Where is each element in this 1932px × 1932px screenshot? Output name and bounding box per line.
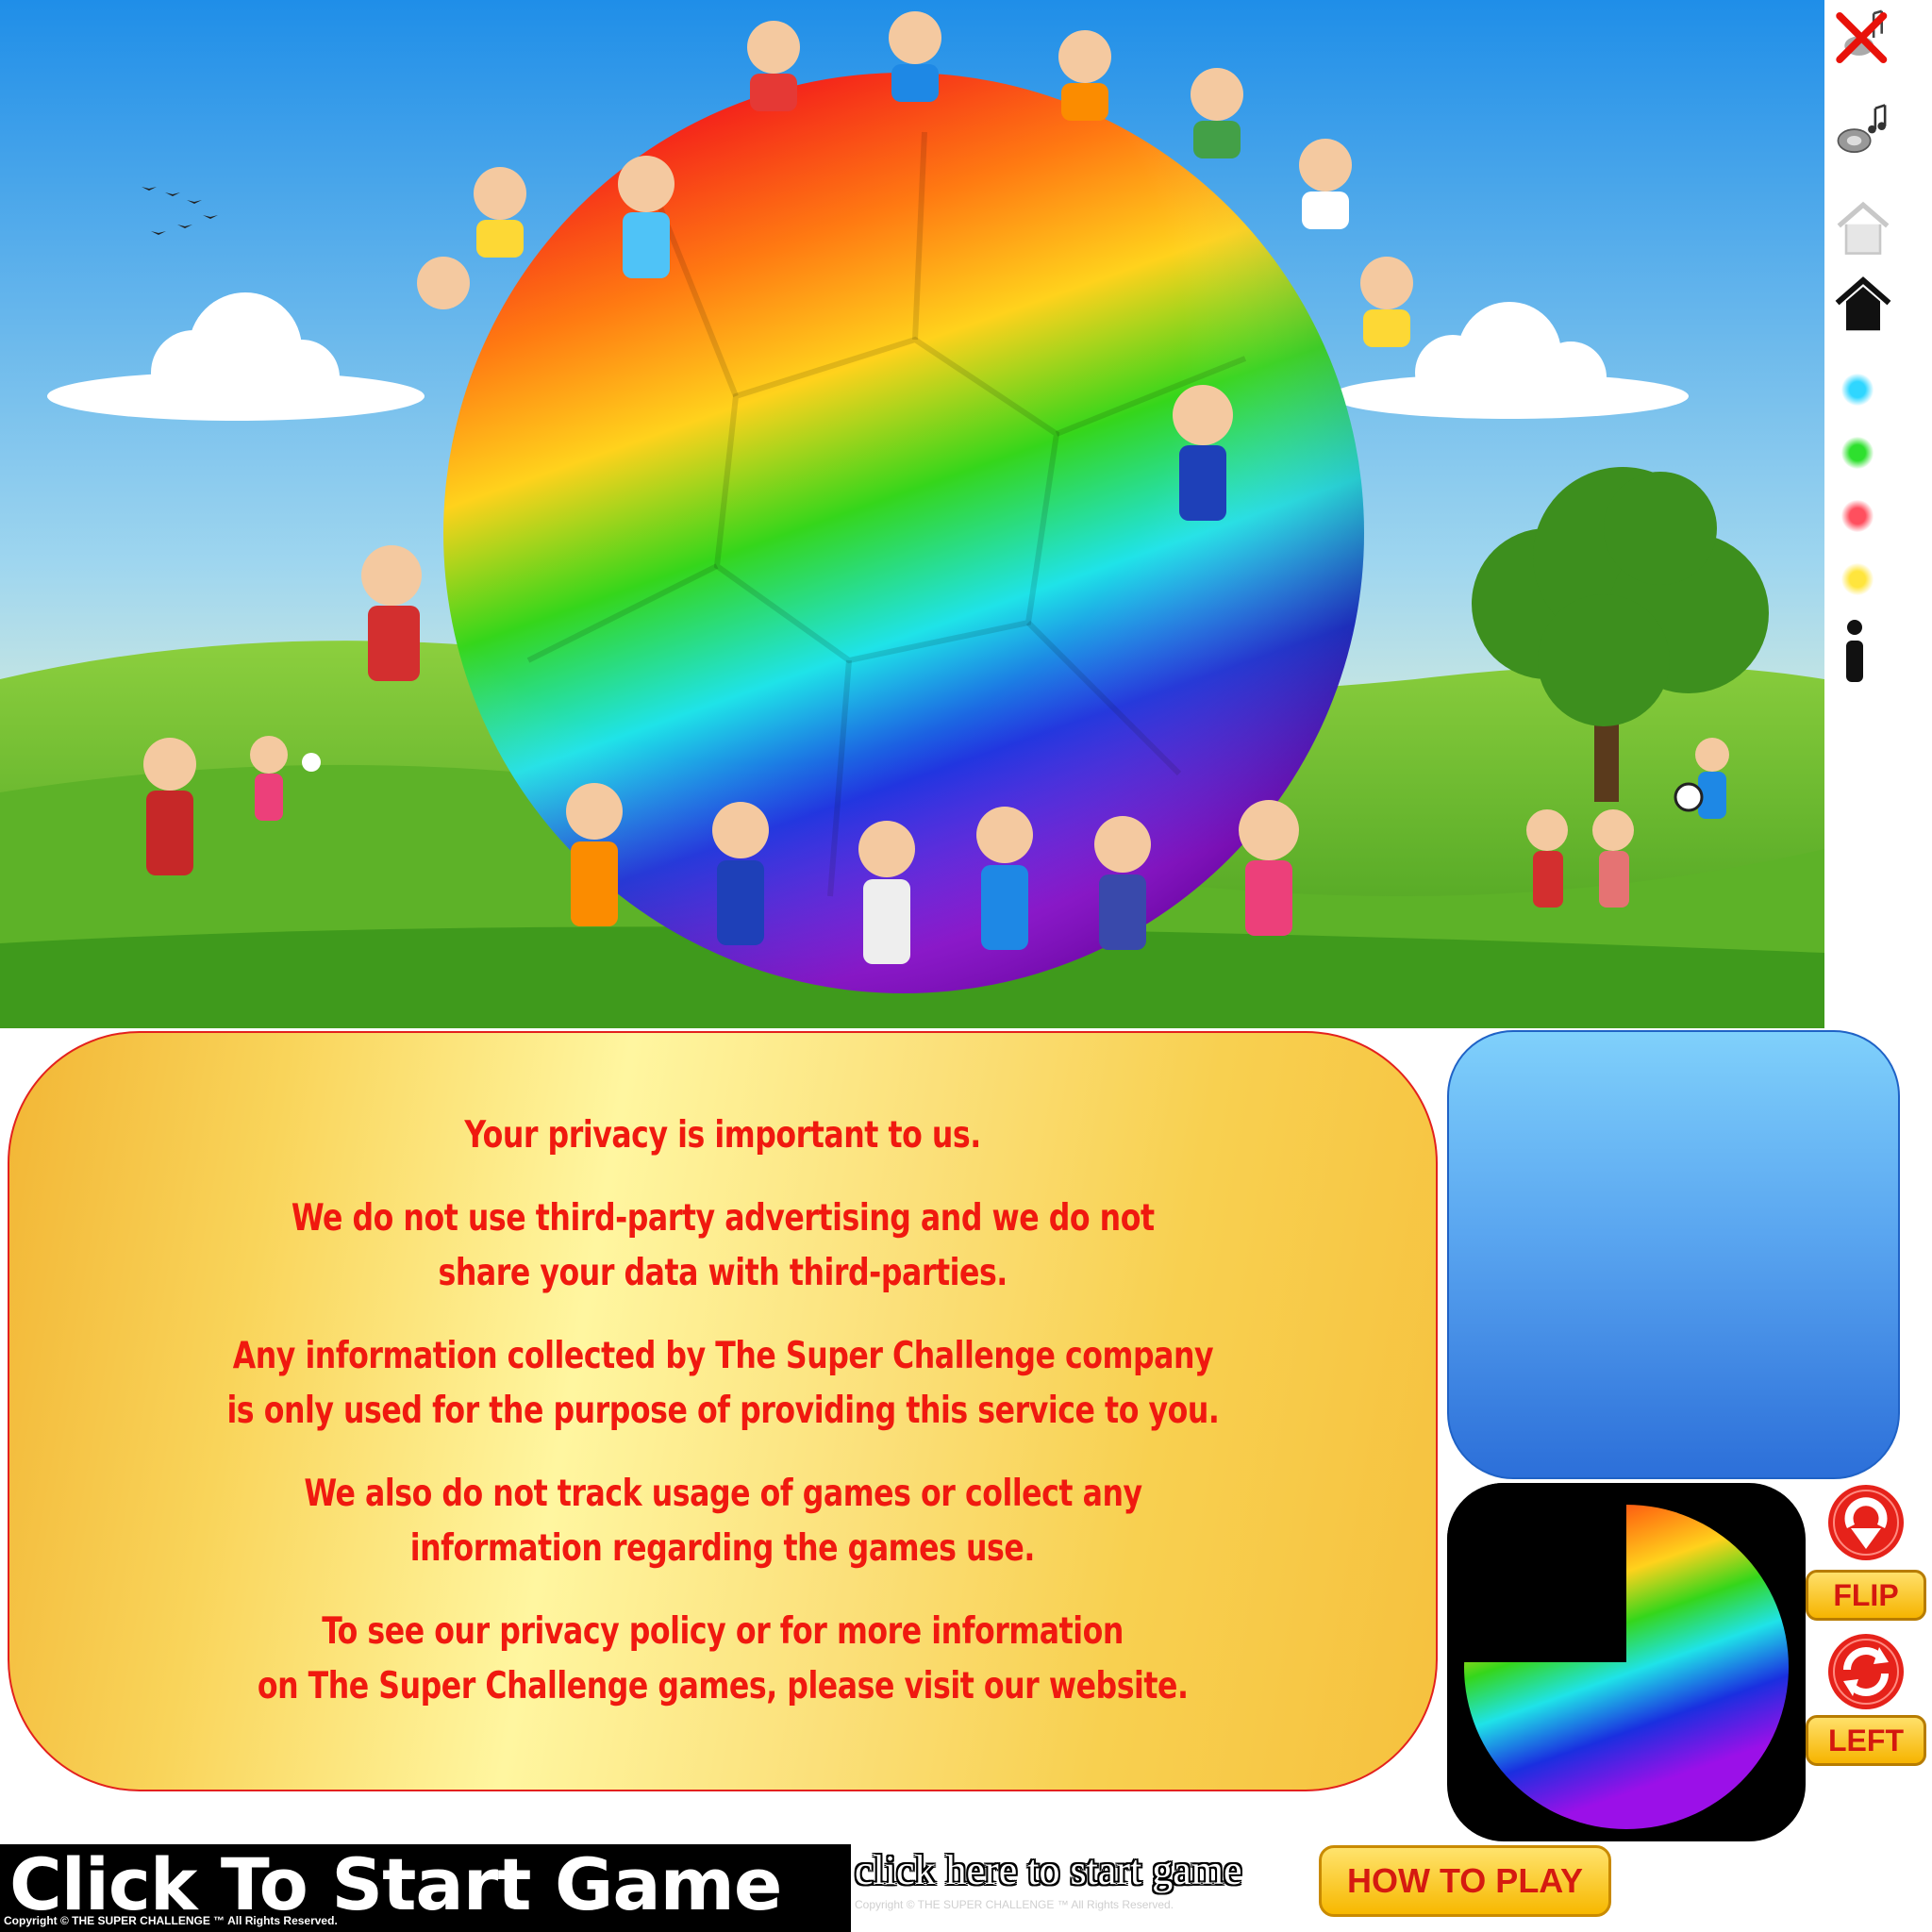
game-scene	[0, 0, 1824, 1028]
privacy-line: share your data with third-parties.	[438, 1252, 1008, 1294]
start-game-link[interactable]: click here to start game	[855, 1846, 1241, 1894]
privacy-line: is only used for the purpose of providin…	[225, 1390, 1219, 1432]
sound-off-icon	[1836, 9, 1888, 63]
rotate-left-round-button[interactable]	[1826, 1632, 1906, 1711]
privacy-line: We do not use third-party advertising an…	[291, 1197, 1155, 1240]
color-dot-red[interactable]	[1841, 500, 1874, 532]
music-icon	[1837, 104, 1887, 153]
puzzle-piece-tile[interactable]	[1447, 1483, 1806, 1841]
flip-rotate-button[interactable]	[1826, 1483, 1906, 1562]
left-button[interactable]: LEFT	[1806, 1715, 1926, 1766]
home-icon	[1835, 276, 1891, 331]
faint-copyright-text: Copyright © THE SUPER CHALLENGE ™ All Ri…	[855, 1898, 1174, 1911]
privacy-line: on The Super Challenge games, please vis…	[257, 1665, 1189, 1707]
color-dot-yellow[interactable]	[1841, 563, 1874, 595]
rotate-icon	[1828, 1634, 1904, 1709]
sound-off-button[interactable]	[1830, 9, 1896, 66]
copyright-text: Copyright © THE SUPER CHALLENGE ™ All Ri…	[4, 1914, 338, 1927]
rainbow-ball-scene-illustration	[0, 0, 1824, 1028]
puzzle-piece-image	[1447, 1483, 1789, 1829]
start-game-button[interactable]: Click To Start Game Copyright © THE SUPE…	[0, 1842, 851, 1932]
flip-icon	[1828, 1485, 1904, 1560]
home-outline-icon	[1837, 201, 1890, 255]
privacy-line: information regarding the games use.	[409, 1527, 1036, 1570]
privacy-line: Any information collected by The Super C…	[232, 1335, 1213, 1377]
how-to-play-button[interactable]: HOW TO PLAY	[1319, 1845, 1611, 1917]
color-dot-green[interactable]	[1841, 437, 1874, 469]
home-button[interactable]	[1830, 275, 1896, 332]
flip-button[interactable]: FLIP	[1806, 1570, 1926, 1621]
puzzle-drop-tile[interactable]	[1447, 1030, 1900, 1479]
privacy-line: Your privacy is important to us.	[464, 1114, 981, 1157]
info-icon	[1846, 620, 1863, 682]
info-button[interactable]	[1834, 618, 1875, 686]
color-dot-cyan[interactable]	[1841, 374, 1874, 406]
privacy-line: To see our privacy policy or for more in…	[322, 1610, 1124, 1653]
privacy-line: We also do not track usage of games or c…	[303, 1473, 1142, 1515]
music-button[interactable]	[1830, 102, 1896, 158]
home-outline-button[interactable]	[1830, 200, 1896, 257]
privacy-notice-panel: Your privacy is important to us. We do n…	[8, 1031, 1438, 1791]
